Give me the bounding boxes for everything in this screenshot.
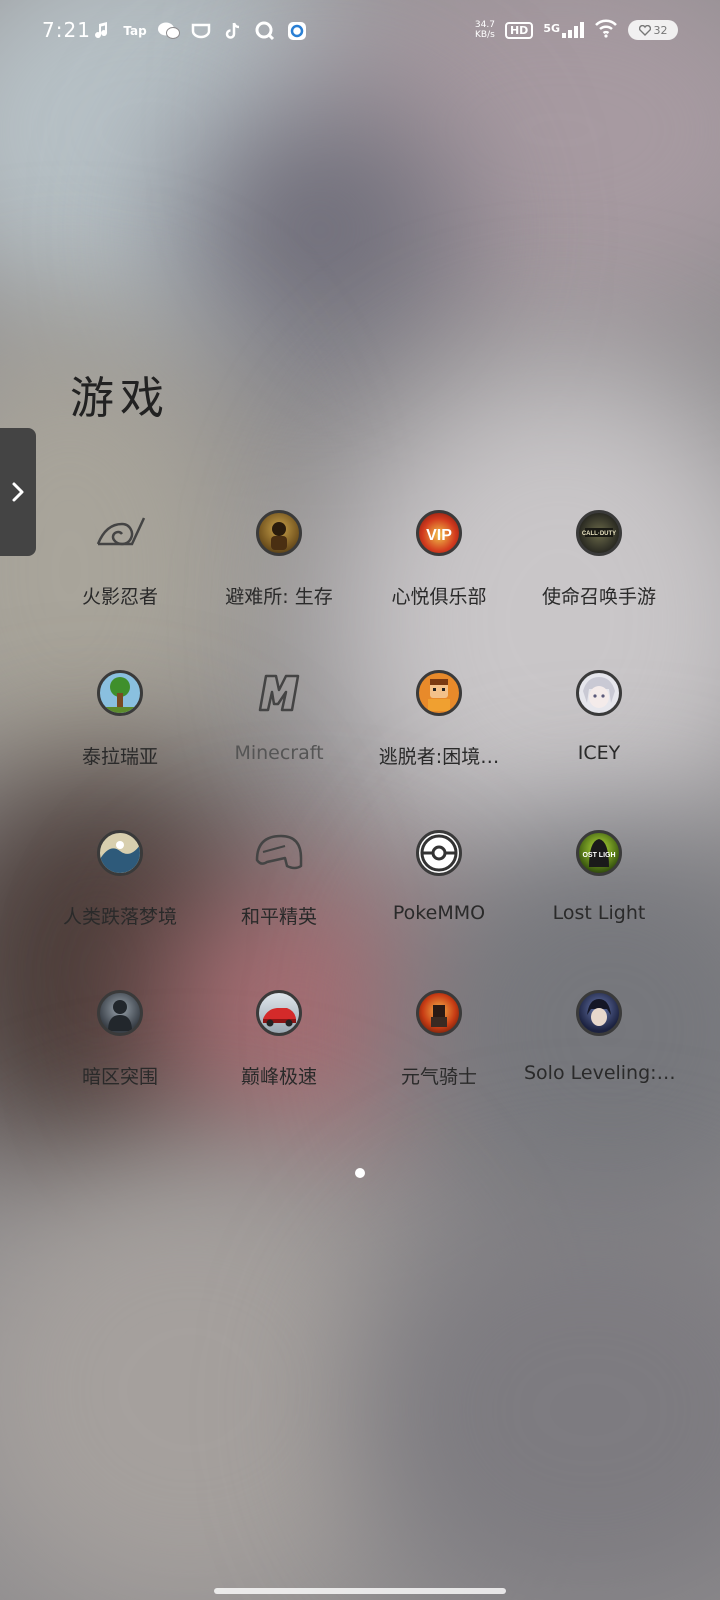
shield-app-icon (286, 20, 308, 42)
app-label: PokeMMO (392, 902, 486, 924)
battery-level: 32 (653, 23, 668, 37)
search-app-icon (254, 20, 276, 42)
app-shelter-survivor[interactable]: 避难所: 生存 (199, 492, 359, 622)
app-soul-knight[interactable]: 元气骑士 (359, 972, 519, 1102)
wechat-icon (158, 20, 180, 42)
app-label: Solo Leveling:… (524, 1062, 674, 1084)
shelter-survivor-icon (256, 510, 302, 556)
app-pokemmo[interactable]: PokeMMO (359, 812, 519, 942)
app-solo-leveling[interactable]: Solo Leveling:… (519, 972, 679, 1102)
page-indicator-dot (355, 1168, 365, 1178)
svg-text:CALL·DUTY: CALL·DUTY (582, 531, 616, 537)
app-label: 泰拉瑞亚 (81, 746, 158, 768)
xinyue-club-icon: VIP (416, 510, 462, 556)
svg-text:OST LIGH: OST LIGH (582, 852, 615, 859)
pokeball-icon (416, 830, 462, 876)
human-fall-flat-icon (97, 830, 143, 876)
app-label: 心悦俱乐部 (391, 586, 487, 608)
folder-title: 游戏 (70, 373, 170, 424)
app-label: Lost Light (552, 902, 646, 924)
app-minecraft[interactable]: Minecraft (199, 652, 359, 782)
lost-light-icon: OST LIGH (576, 830, 622, 876)
app-label: 火影忍者 (81, 586, 158, 608)
app-racing-master[interactable]: 巅峰极速 (199, 972, 359, 1102)
net-speed-unit: KB/s (475, 30, 495, 40)
tiktok-icon (222, 20, 244, 42)
app-label: 人类跌落梦境 (62, 906, 177, 928)
app-label: 元气骑士 (400, 1066, 477, 1088)
svg-text:VIP: VIP (426, 527, 452, 544)
app-terraria[interactable]: 泰拉瑞亚 (40, 652, 200, 782)
app-naruto[interactable]: 火影忍者 (40, 492, 200, 622)
terraria-tree-icon (97, 670, 143, 716)
hd-badge: HD (504, 21, 534, 39)
icey-face-icon (576, 670, 622, 716)
chevron-right-icon (12, 482, 24, 502)
app-call-of-duty[interactable]: CALL·DUTY 使命召唤手游 (519, 492, 679, 622)
app-arena-breakout[interactable]: 暗区突围 (40, 972, 200, 1102)
app-label: 巅峰极速 (240, 1066, 317, 1088)
escapists-icon (416, 670, 462, 716)
app-human-fall-flat[interactable]: 人类跌落梦境 (40, 812, 200, 942)
app-xinyue-club[interactable]: VIP 心悦俱乐部 (359, 492, 519, 622)
side-drawer-handle[interactable] (0, 428, 36, 556)
network-speed: 34.7 KB/s (475, 20, 495, 40)
soul-knight-icon (416, 990, 462, 1036)
minecraft-m-icon (254, 670, 304, 716)
system-status: 34.7 KB/s HD 5G 32 (475, 18, 678, 42)
net-speed-value: 34.7 (474, 20, 495, 30)
app-label: ICEY (577, 742, 621, 764)
naruto-leaf-icon (92, 510, 148, 556)
racing-master-icon (256, 990, 302, 1036)
app-lost-light[interactable]: OST LIGH Lost Light (519, 812, 679, 942)
home-gesture-bar[interactable] (214, 1588, 506, 1594)
cup-icon (190, 20, 212, 42)
heart-icon (638, 24, 651, 36)
app-escapists[interactable]: 逃脱者:困境… (359, 652, 519, 782)
battery-indicator: 32 (628, 20, 678, 40)
app-label: 暗区突围 (81, 1066, 158, 1088)
wallpaper (0, 0, 720, 1600)
tap-icon: Tap (123, 24, 147, 38)
app-peace-elite[interactable]: 和平精英 (199, 812, 359, 942)
network-type: 5G (543, 22, 560, 35)
notification-icons: Tap (90, 20, 308, 42)
call-of-duty-icon: CALL·DUTY (576, 510, 622, 556)
app-label: 避难所: 生存 (225, 586, 333, 608)
app-label: Minecraft (234, 742, 324, 764)
signal-5g-icon: 5G (543, 22, 584, 38)
music-icon (90, 20, 112, 42)
peace-elite-helmet-icon (251, 830, 307, 876)
app-label: 逃脱者:困境… (378, 746, 500, 768)
app-label: 使命召唤手游 (541, 586, 656, 608)
app-label: 和平精英 (240, 906, 317, 928)
solo-leveling-icon (576, 990, 622, 1036)
clock: 7:21 (42, 18, 91, 42)
wifi-icon (594, 18, 618, 42)
status-bar: 7:21 Tap 34.7 KB/s HD 5G 32 (0, 0, 720, 66)
arena-breakout-icon (97, 990, 143, 1036)
app-icey[interactable]: ICEY (519, 652, 679, 782)
